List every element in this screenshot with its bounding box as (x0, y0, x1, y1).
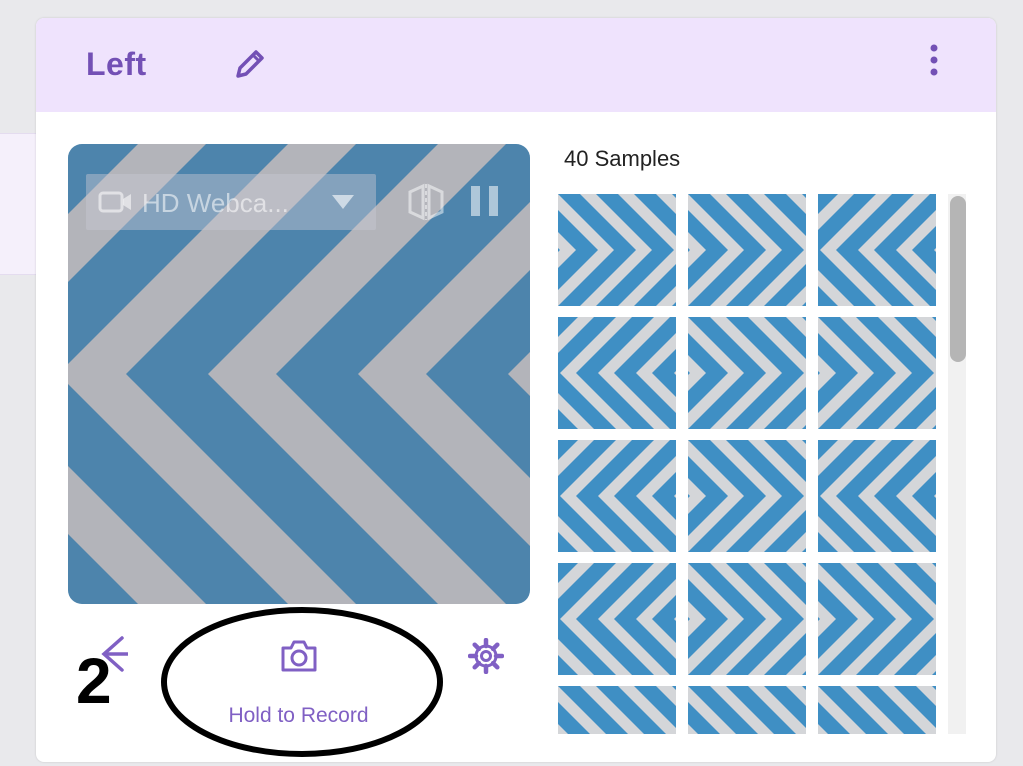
sample-thumbnail[interactable] (558, 440, 676, 552)
sample-thumbnail[interactable] (558, 563, 676, 675)
sample-thumbnail[interactable] (818, 686, 936, 734)
sample-thumbnail[interactable] (818, 194, 936, 306)
sample-thumbnail[interactable] (688, 686, 806, 734)
sample-thumbnail[interactable] (558, 317, 676, 429)
edit-class-name-button[interactable] (232, 46, 268, 82)
class-options-menu-button[interactable] (916, 40, 952, 84)
annotation-step-number: 2 (76, 645, 112, 717)
class-card-header: Left (36, 18, 996, 112)
class-card: Left HD Webca... Hold to Record 2 40 Sam… (36, 18, 996, 762)
pencil-icon (236, 50, 264, 78)
sample-thumbnail[interactable] (558, 194, 676, 306)
samples-scrollbar-thumb[interactable] (950, 196, 966, 362)
samples-count: 40 Samples (564, 146, 681, 171)
class-name[interactable]: Left (86, 46, 147, 83)
webcam-preview: HD Webca... (68, 144, 530, 604)
sample-thumbnail[interactable] (818, 317, 936, 429)
background-panel-edge (0, 133, 40, 275)
sample-thumbnail[interactable] (818, 440, 936, 552)
video-camera-icon (98, 191, 131, 213)
sample-thumbnail[interactable] (688, 317, 806, 429)
sample-thumbnail[interactable] (818, 563, 936, 675)
more-vertical-icon (930, 44, 938, 76)
samples-grid (558, 194, 940, 734)
sample-thumbnail[interactable] (688, 563, 806, 675)
pause-icon[interactable] (468, 184, 502, 218)
flip-horizontal-icon[interactable] (406, 182, 446, 222)
sample-thumbnail[interactable] (688, 440, 806, 552)
webcam-device-select[interactable]: HD Webca... (86, 174, 376, 230)
sample-thumbnail[interactable] (688, 194, 806, 306)
webcam-device-label: HD Webca... (142, 188, 289, 218)
annotation-circle (161, 607, 443, 757)
gear-icon[interactable] (468, 638, 504, 674)
sample-thumbnail[interactable] (558, 686, 676, 734)
chevron-down-icon (332, 195, 354, 209)
